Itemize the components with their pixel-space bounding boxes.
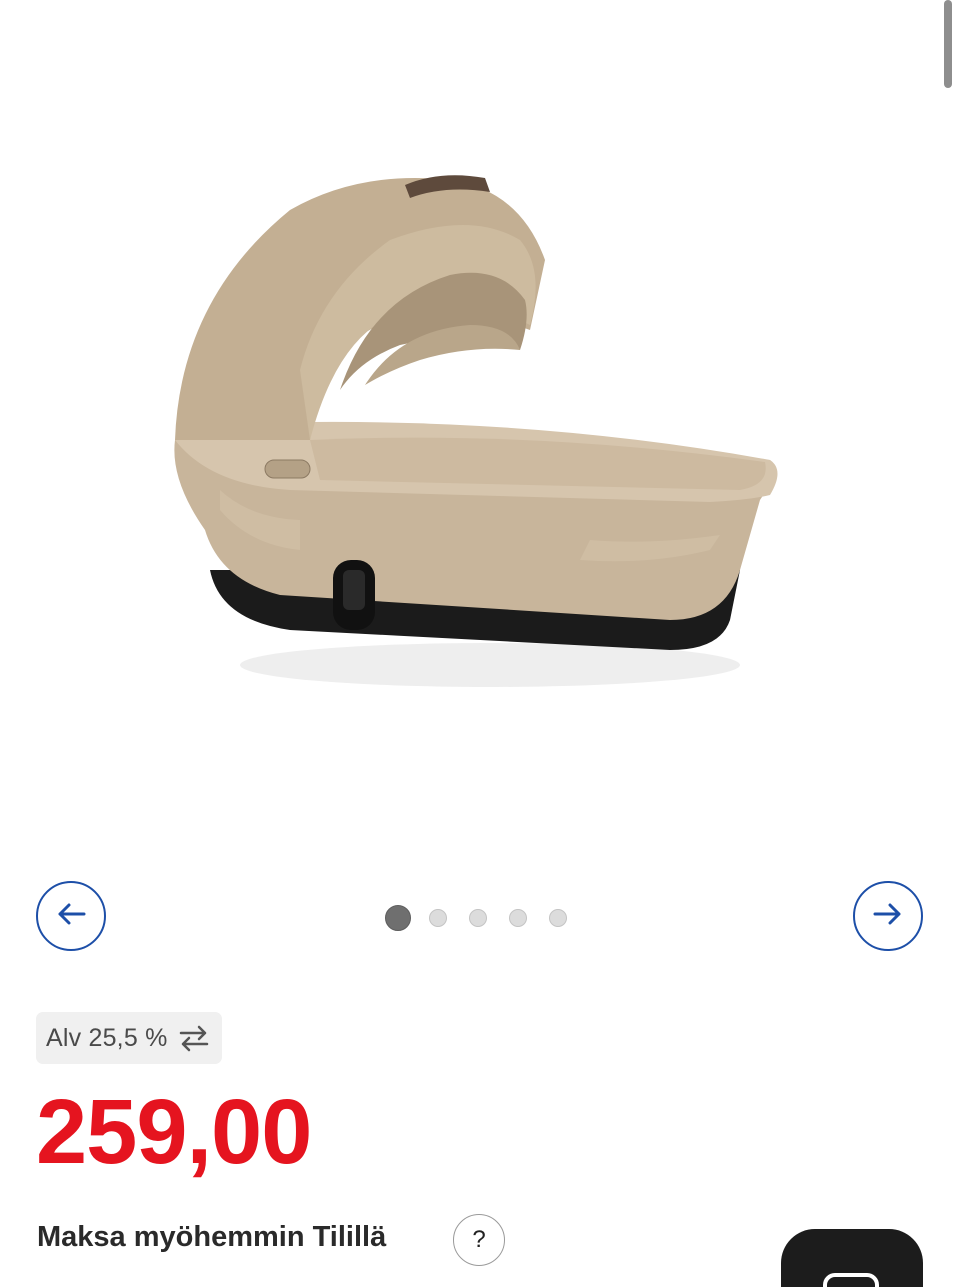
gallery-dot[interactable] bbox=[469, 909, 487, 927]
pay-later-help-button[interactable]: ? bbox=[453, 1214, 505, 1266]
help-icon: ? bbox=[472, 1226, 486, 1253]
gallery-dot[interactable] bbox=[385, 905, 411, 931]
product-image bbox=[150, 150, 810, 740]
product-price: 259,00 bbox=[36, 1081, 312, 1183]
gallery-prev-button[interactable] bbox=[36, 881, 106, 951]
carrycot-illustration bbox=[174, 175, 778, 687]
chat-icon bbox=[823, 1273, 879, 1287]
gallery-dot[interactable] bbox=[429, 909, 447, 927]
product-page: Alv 25,5 % 259,00 Maksa myöhemmin Tilill… bbox=[0, 0, 960, 1287]
scrollbar[interactable] bbox=[944, 0, 952, 88]
pay-later-label: Maksa myöhemmin Tilillä bbox=[37, 1221, 387, 1253]
gallery-next-button[interactable] bbox=[853, 881, 923, 951]
gallery-dots bbox=[385, 905, 567, 931]
vat-toggle[interactable]: Alv 25,5 % bbox=[36, 1012, 222, 1064]
arrow-left-icon bbox=[56, 902, 86, 931]
swap-arrows-icon bbox=[178, 1023, 210, 1053]
gallery-dot[interactable] bbox=[509, 909, 527, 927]
arrow-right-icon bbox=[873, 902, 903, 931]
vat-label: Alv 25,5 % bbox=[46, 1023, 168, 1052]
gallery-dot[interactable] bbox=[549, 909, 567, 927]
chat-button[interactable] bbox=[781, 1229, 923, 1287]
